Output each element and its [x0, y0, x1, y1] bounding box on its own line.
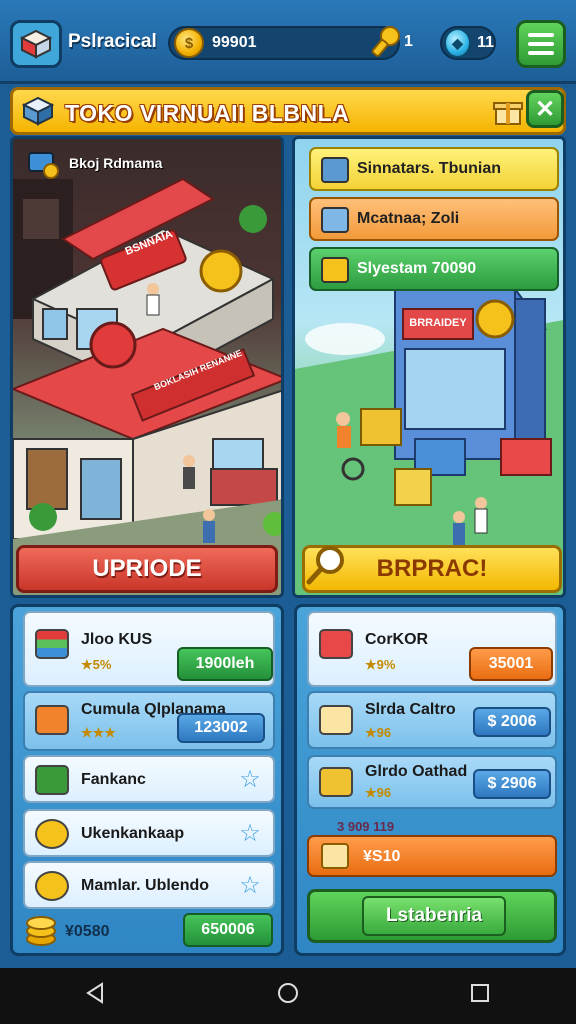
- magnifier-icon: [304, 544, 346, 586]
- gift-icon: [321, 843, 349, 869]
- upgrade-list-panel: Jloo KUS ★5% 1900leh Cumula Qlplanama ★★…: [10, 604, 284, 956]
- list-item[interactable]: CorKOR ★9% 35001: [307, 611, 557, 687]
- list-item[interactable]: Cumula Qlplanama ★★★ 123002: [23, 691, 275, 751]
- gem-icon: ◆: [444, 28, 472, 58]
- shop-scene-left: Bkoj Rdmama BSNNAIA BOKLASIH RENANNE: [10, 136, 284, 598]
- menu-icon-bar: [528, 42, 554, 46]
- gift-box-icon[interactable]: [493, 98, 523, 126]
- item-title: Slrda Caltro: [365, 701, 456, 718]
- list-item[interactable]: Mamlar. Ublendo ☆: [23, 861, 275, 909]
- menu-icon-bar: [528, 51, 554, 55]
- item-rating: ★96: [365, 785, 392, 800]
- item-title: Jloo KUS: [81, 631, 153, 648]
- page-title: TOKO VIRNUAII BLBNLA: [65, 100, 350, 126]
- item-rating: ★96: [365, 725, 392, 740]
- list-item[interactable]: Slrda Caltro ★96 $ 2006: [307, 691, 557, 749]
- upgrade-button[interactable]: UPRIODE: [16, 545, 278, 593]
- product-stack-icon: [35, 629, 69, 659]
- coin-stack-icon: [25, 913, 57, 947]
- item-title: Ukenkankaap: [81, 825, 185, 842]
- list-item[interactable]: Ukenkankaap ☆: [23, 809, 275, 857]
- back-icon[interactable]: [84, 981, 108, 1012]
- coin-value: 99901: [212, 34, 257, 51]
- gem-value: 11: [477, 34, 494, 51]
- balance-amount: ¥0580: [65, 923, 110, 940]
- recents-icon[interactable]: [468, 981, 492, 1012]
- shopping-cart-icon: [319, 629, 353, 659]
- store-box-icon: [19, 29, 53, 59]
- crate-icon: [319, 767, 353, 797]
- tag-label: Slyestam 70090: [357, 260, 477, 277]
- item-title: CorKOR: [365, 631, 429, 648]
- collect-button[interactable]: 650006: [183, 913, 273, 947]
- brand-name: Pslracical: [68, 31, 157, 52]
- title-banner: TOKO VIRNUAII BLBNLA: [10, 87, 566, 135]
- stall-sign: BRRAIDEY: [409, 317, 467, 329]
- list-item[interactable]: Glrdo Oathad ★96 $ 2906: [307, 755, 557, 809]
- price-button[interactable]: $ 2906: [473, 769, 551, 799]
- offer-label: ¥S10: [363, 848, 401, 865]
- favorite-star-icon[interactable]: ☆: [237, 873, 263, 899]
- tag-item[interactable]: Mcatnaa; Zoli: [309, 197, 559, 241]
- brush-icon: [35, 765, 69, 795]
- item-title: Mamlar. Ublendo: [81, 877, 210, 894]
- box-icon: [321, 207, 349, 233]
- coin-icon: $: [174, 28, 204, 58]
- tag-item[interactable]: Slyestam 70090: [309, 247, 559, 291]
- item-rating: ★9%: [365, 657, 396, 672]
- item-title: Glrdo Oathad: [365, 763, 468, 780]
- coin-counter[interactable]: $ 99901: [168, 26, 400, 60]
- menu-icon-bar: [528, 33, 554, 37]
- tag-item[interactable]: Sinnatars. Tbunian: [309, 147, 559, 191]
- gem-counter[interactable]: ◆ 11: [440, 26, 496, 60]
- cash-register-icon: [319, 705, 353, 735]
- favorite-star-icon[interactable]: ☆: [237, 821, 263, 847]
- home-icon[interactable]: [276, 981, 300, 1012]
- price-button[interactable]: 35001: [469, 647, 553, 681]
- key-icon: [370, 24, 404, 60]
- confirm-button-frame: Lstabenria: [307, 889, 557, 943]
- tag-label: Mcatnaa; Zoli: [357, 210, 460, 227]
- store-building-illustration: [13, 177, 281, 595]
- system-nav-bar: [0, 968, 576, 1024]
- shop-scene-right: BRRAIDEY Sinnatars. Tbunian Mcatnaa; Zol…: [292, 136, 566, 598]
- item-note: 3 909 119: [337, 819, 395, 834]
- list-item[interactable]: Jloo KUS ★5% 1900leh: [23, 611, 275, 687]
- shop-list-panel: CorKOR ★9% 35001 Slrda Caltro ★96 $ 2006…: [294, 604, 566, 956]
- offer-bar[interactable]: ¥S10: [307, 835, 557, 877]
- favorite-star-icon[interactable]: ☆: [237, 767, 263, 793]
- item-rating: ★5%: [81, 657, 112, 672]
- coin-stack-icon: [321, 257, 349, 283]
- crate-icon: [321, 157, 349, 183]
- tag-label: Sinnatars. Tbunian: [357, 160, 502, 177]
- list-item[interactable]: Fankanc ☆: [23, 755, 275, 803]
- close-button[interactable]: ✕: [526, 90, 564, 128]
- coin-icon: [35, 871, 69, 901]
- shop-logo-icon[interactable]: [10, 20, 62, 68]
- coin-icon: [35, 819, 69, 849]
- item-title: Fankanc: [81, 771, 146, 788]
- menu-button[interactable]: [516, 20, 566, 68]
- shop-box-icon: [21, 96, 55, 126]
- confirm-button[interactable]: Lstabenria: [362, 896, 506, 936]
- top-bar: Pslracical $ 99901 1 ◆ 11: [0, 0, 576, 84]
- key-value: 1: [404, 33, 413, 50]
- item-rating: ★★★: [81, 725, 116, 740]
- price-button[interactable]: $ 2006: [473, 707, 551, 737]
- price-button[interactable]: 123002: [177, 713, 265, 743]
- tool-icon: [35, 705, 69, 735]
- price-button[interactable]: 1900leh: [177, 647, 273, 681]
